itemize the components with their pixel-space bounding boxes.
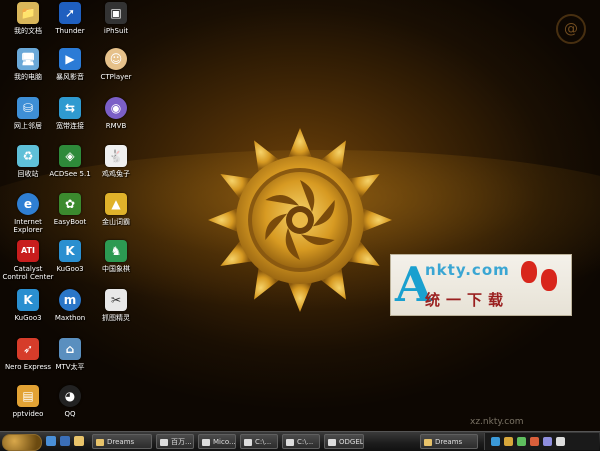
task-label: Mico... — [213, 438, 236, 446]
icon-label: CTPlayer — [100, 73, 132, 81]
folder-icon — [96, 439, 104, 446]
tray-volume-icon[interactable] — [556, 437, 565, 446]
site-logo: A nkty.com 统一下载 — [390, 254, 572, 316]
taskbar-button[interactable]: 百万... — [156, 434, 194, 449]
icon-label: iPhSuit — [103, 27, 129, 35]
system-tray — [484, 433, 599, 450]
quicklaunch-folder-icon[interactable] — [74, 436, 84, 446]
computer-icon: 🖥 — [17, 48, 39, 70]
taskbar: Dreams 百万... Mico... C:\... C:\... ODGEL… — [0, 431, 600, 451]
logo-slogan: 统一下载 — [425, 291, 510, 309]
folder-icon — [424, 439, 432, 446]
kugoo-icon: K — [17, 289, 39, 311]
taskbar-button[interactable]: C:\... — [282, 434, 320, 449]
desktop-icon-qq[interactable]: ◕ QQ — [42, 385, 98, 418]
task-label: C:\... — [255, 438, 272, 446]
taskbar-button[interactable]: Mico... — [198, 434, 236, 449]
folder-documents-icon: 📁 — [17, 2, 39, 24]
tray-app-icon[interactable] — [504, 437, 513, 446]
desktop-icon-rabbit[interactable]: 🐇 鸡鸡兔子 — [88, 145, 144, 178]
start-button[interactable] — [2, 434, 42, 451]
easyboot-icon: ✿ — [59, 193, 81, 215]
icon-label: 中国象棋 — [102, 265, 130, 273]
network-icon: ⛁ — [17, 97, 39, 119]
taskbar-button[interactable]: ODGEL... — [324, 434, 364, 449]
tray-app-icon[interactable] — [530, 437, 539, 446]
window-icon — [244, 439, 252, 446]
lantern-icon — [541, 269, 557, 291]
watermark: xz.nkty.com — [470, 417, 524, 427]
icon-label: 鸡鸡兔子 — [102, 170, 130, 178]
quicklaunch-ie-icon[interactable] — [46, 436, 56, 446]
taskbar-button[interactable]: Dreams — [92, 434, 152, 449]
desktop-icon-rmvb[interactable]: ◉ RMVB — [88, 97, 144, 130]
window-icon — [160, 439, 168, 446]
corner-swirl-icon: @ — [556, 14, 586, 44]
task-label: Dreams — [435, 438, 463, 446]
qq-penguin-icon: ◕ — [59, 385, 81, 407]
taskbar-button[interactable]: Dreams — [420, 434, 478, 449]
task-label: 百万... — [171, 438, 192, 446]
maxthon-icon: m — [59, 289, 81, 311]
icon-label: QQ — [64, 410, 76, 418]
desktop-icon-ctplayer[interactable]: ☺ CTPlayer — [88, 48, 144, 81]
broadband-icon: ⇆ — [59, 97, 81, 119]
tray-app-icon[interactable] — [517, 437, 526, 446]
phone-icon: ▣ — [105, 2, 127, 24]
dictionary-icon: ▲ — [105, 193, 127, 215]
kugoo-icon: K — [59, 240, 81, 262]
quicklaunch-desktop-icon[interactable] — [60, 436, 70, 446]
storm-player-icon: ▶ — [59, 48, 81, 70]
nero-icon: ➶ — [17, 338, 39, 360]
ppt-video-icon: ▤ — [17, 385, 39, 407]
icon-label: 抓图精灵 — [102, 314, 130, 322]
rabbit-icon: 🐇 — [105, 145, 127, 167]
taskbar-button[interactable]: C:\... — [240, 434, 278, 449]
task-label: Dreams — [107, 438, 135, 446]
window-icon — [202, 439, 210, 446]
internet-explorer-icon: e — [17, 193, 39, 215]
player-face-icon: ☺ — [105, 48, 127, 70]
desktop-icon-chess[interactable]: ♞ 中国象棋 — [88, 240, 144, 273]
logo-letter: A — [395, 257, 433, 313]
thunder-bird-icon: ➚ — [59, 2, 81, 24]
tray-network-icon[interactable] — [491, 437, 500, 446]
window-icon — [328, 439, 336, 446]
icon-label: 金山词霸 — [102, 218, 130, 226]
desktop: @ 📁 我的文档 ➚ Thunder ▣ iPhSuit 🖥 我的电脑 ▶ 暴风… — [0, 0, 600, 431]
task-label: C:\... — [297, 438, 314, 446]
icon-label: RMVB — [105, 122, 127, 130]
acdsee-icon: ◈ — [59, 145, 81, 167]
logo-domain: nkty.com — [425, 261, 510, 279]
icon-label: MTV太平 — [55, 363, 85, 371]
mtv-icon: ⌂ — [59, 338, 81, 360]
lantern-icon — [521, 261, 537, 283]
desktop-icon-capture[interactable]: ✂ 抓图精灵 — [88, 289, 144, 322]
recycle-bin-icon: ♻ — [17, 145, 39, 167]
tray-app-icon[interactable] — [543, 437, 552, 446]
disc-icon: ◉ — [105, 97, 127, 119]
capture-icon: ✂ — [105, 289, 127, 311]
desktop-icon-iphsuit[interactable]: ▣ iPhSuit — [88, 2, 144, 35]
ati-icon: ATI — [17, 240, 39, 262]
desktop-icon-mtv[interactable]: ⌂ MTV太平 — [42, 338, 98, 371]
wallpaper-emblem — [208, 128, 392, 312]
task-label: ODGEL... — [339, 438, 364, 446]
desktop-icon-dictionary[interactable]: ▲ 金山词霸 — [88, 193, 144, 226]
window-icon — [286, 439, 294, 446]
chess-icon: ♞ — [105, 240, 127, 262]
